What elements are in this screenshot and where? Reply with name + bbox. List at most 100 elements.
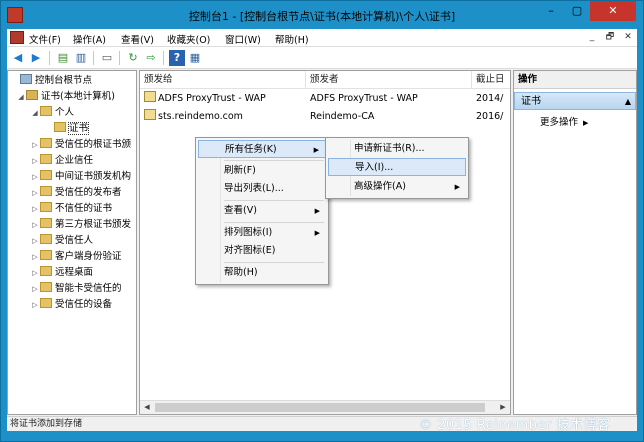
child-close-button[interactable]: ✕ xyxy=(621,30,635,44)
menu-action[interactable]: 操作(A) xyxy=(73,32,106,46)
back-arrow-icon[interactable]: ◀ xyxy=(10,50,26,66)
tree-expander[interactable]: ◢ xyxy=(16,89,26,105)
tree-expander[interactable]: ▷ xyxy=(30,217,40,233)
tree-item-label: 不信任的证书 xyxy=(55,203,113,214)
menu-view[interactable]: 查看(V) xyxy=(121,32,154,46)
actions-section-certificates[interactable]: 证书 ▲ xyxy=(514,92,636,110)
toolbar-separator xyxy=(119,51,120,65)
child-minimize-button[interactable]: _ xyxy=(585,30,599,44)
collapse-icon[interactable]: ▲ xyxy=(625,93,631,111)
maximize-button[interactable]: ▢ xyxy=(564,1,590,21)
menu-favorites[interactable]: 收藏夹(O) xyxy=(167,32,210,46)
actions-pane-title: 操作 xyxy=(514,71,636,89)
tree-expander[interactable]: ▷ xyxy=(30,281,40,297)
context-menu-help[interactable]: 帮助(H) xyxy=(198,264,326,282)
up-folder-icon[interactable]: ▤ xyxy=(55,50,71,66)
column-header-expiration[interactable]: 截止日 xyxy=(472,71,510,89)
toolbar: ◀ ▶ ▤ ▥ ▭ ↻ ⇨ ? ▦ xyxy=(7,47,637,69)
toolbar-separator xyxy=(93,51,94,65)
tree-item-certificates-local-computer[interactable]: ◢ 证书(本地计算机) xyxy=(16,89,115,105)
folder-icon xyxy=(40,282,52,292)
tree-item-certificates[interactable]: 证书 xyxy=(44,121,90,137)
scroll-left-icon[interactable]: ◀ xyxy=(140,401,154,414)
scroll-thumb[interactable] xyxy=(155,403,485,412)
console-tree: 控制台根节点 ◢ 证书(本地计算机) ◢ 个人 证书 ▷ 受信任的根证书颁 ▷ 企业信任… xyxy=(7,70,137,415)
minimize-button[interactable]: – xyxy=(538,1,564,21)
context-menu-all-tasks[interactable]: 所有任务(K) ▶ xyxy=(198,140,326,158)
console-system-menu-icon[interactable] xyxy=(10,31,24,44)
cell-expiration[interactable]: 2014/ xyxy=(476,91,510,107)
context-menu-refresh[interactable]: 刷新(F) xyxy=(198,162,326,180)
tree-item-untrusted-certificates[interactable]: ▷ 不信任的证书 xyxy=(30,201,112,217)
tree-expander[interactable]: ▷ xyxy=(30,297,40,313)
tree-expander[interactable]: ▷ xyxy=(30,265,40,281)
mmc-window: 控制台1 - [控制台根节点\证书(本地计算机)\个人\证书] – ▢ ✕ 文件… xyxy=(0,0,644,442)
help-icon[interactable]: ? xyxy=(169,50,185,66)
cell-issued-by[interactable]: ADFS ProxyTrust - WAP xyxy=(310,91,470,107)
close-button[interactable]: ✕ xyxy=(590,1,636,21)
menu-separator xyxy=(224,262,324,263)
child-restore-button[interactable]: 🗗 xyxy=(603,30,617,44)
tree-item-label: 第三方根证书颁发 xyxy=(55,219,132,230)
folder-icon xyxy=(40,202,52,212)
context-menu-view[interactable]: 查看(V) ▶ xyxy=(198,202,326,220)
menu-file[interactable]: 文件(F) xyxy=(29,32,61,46)
folder-icon xyxy=(40,218,52,228)
table-row[interactable]: ADFS ProxyTrust - WAP xyxy=(144,91,304,107)
menu-help[interactable]: 帮助(H) xyxy=(275,32,309,46)
tree-item-trusted-devices[interactable]: ▷ 受信任的设备 xyxy=(30,297,112,313)
more-actions-link[interactable]: 更多操作 ▶ xyxy=(540,114,588,128)
scroll-right-icon[interactable]: ▶ xyxy=(496,401,510,414)
tree-item-trusted-publishers[interactable]: ▷ 受信任的发布者 xyxy=(30,185,122,201)
tree-item-trusted-root[interactable]: ▷ 受信任的根证书颁 xyxy=(30,137,131,153)
table-row[interactable]: sts.reindemo.com xyxy=(144,109,304,125)
cell-issued-by[interactable]: Reindemo-CA xyxy=(310,109,470,125)
tree-item-client-authentication[interactable]: ▷ 客户端身份验证 xyxy=(30,249,122,265)
submenu-advanced-operations[interactable]: 高级操作(A) ▶ xyxy=(328,178,466,196)
folder-icon xyxy=(40,138,52,148)
submenu-request-new-certificate[interactable]: 申请新证书(R)... xyxy=(328,140,466,158)
title-bar[interactable]: 控制台1 - [控制台根节点\证书(本地计算机)\个人\证书] – ▢ ✕ xyxy=(1,1,643,29)
column-header-issued-to[interactable]: 颁发给 xyxy=(140,71,306,89)
tree-item-label-selected: 证书 xyxy=(67,122,90,135)
menu-item-label: 排列图标(I) xyxy=(224,227,273,238)
column-header-issued-by[interactable]: 颁发者 xyxy=(306,71,472,89)
tree-item-console-root[interactable]: 控制台根节点 xyxy=(10,73,92,89)
menu-separator xyxy=(224,222,324,223)
tree-expander[interactable]: ▷ xyxy=(30,233,40,249)
tree-item-intermediate-ca[interactable]: ▷ 中间证书颁发机构 xyxy=(30,169,131,185)
tree-expander[interactable]: ◢ xyxy=(30,105,40,121)
tree-item-remote-desktop[interactable]: ▷ 远程桌面 xyxy=(30,265,93,281)
export-list-icon[interactable]: ⇨ xyxy=(143,50,159,66)
refresh-icon[interactable]: ↻ xyxy=(125,50,141,66)
submenu-import[interactable]: 导入(I)... xyxy=(328,158,466,176)
context-menu-line-up-icons[interactable]: 对齐图标(E) xyxy=(198,242,326,260)
console-root-icon xyxy=(20,74,32,84)
forward-arrow-icon[interactable]: ▶ xyxy=(28,50,44,66)
tree-item-label: 受信任的发布者 xyxy=(55,187,122,198)
tree-item-enterprise-trust[interactable]: ▷ 企业信任 xyxy=(30,153,93,169)
horizontal-scrollbar[interactable]: ◀ ▶ xyxy=(140,400,510,414)
context-menu-export-list[interactable]: 导出列表(L)... xyxy=(198,180,326,198)
menu-window[interactable]: 窗口(W) xyxy=(225,32,261,46)
cell-expiration[interactable]: 2016/ xyxy=(476,109,510,125)
clipboard-icon[interactable]: ▭ xyxy=(99,50,115,66)
tree-item-trusted-people[interactable]: ▷ 受信任人 xyxy=(30,233,93,249)
tree-expander[interactable]: ▷ xyxy=(30,169,40,185)
tree-item-personal[interactable]: ◢ 个人 xyxy=(30,105,74,121)
cell-issued-to: sts.reindemo.com xyxy=(158,111,243,122)
tree-expander[interactable]: ▷ xyxy=(30,249,40,265)
tree-item-label: 个人 xyxy=(55,107,75,118)
tree-expander[interactable]: ▷ xyxy=(30,153,40,169)
show-hide-tree-icon[interactable]: ▥ xyxy=(73,50,89,66)
tree-item-smart-card-trusted-roots[interactable]: ▷ 智能卡受信任的 xyxy=(30,281,122,297)
context-menu-arrange-icons[interactable]: 排列图标(I) ▶ xyxy=(198,224,326,242)
tree-item-third-party-root[interactable]: ▷ 第三方根证书颁发 xyxy=(30,217,131,233)
folder-icon xyxy=(40,250,52,260)
client-area: 文件(F) 操作(A) 查看(V) 收藏夹(O) 窗口(W) 帮助(H) _ 🗗… xyxy=(7,29,637,431)
tree-expander[interactable]: ▷ xyxy=(30,185,40,201)
tree-expander[interactable]: ▷ xyxy=(30,201,40,217)
show-hide-action-pane-icon[interactable]: ▦ xyxy=(187,50,203,66)
tree-expander[interactable]: ▷ xyxy=(30,137,40,153)
certificates-snapin-icon xyxy=(26,90,38,100)
